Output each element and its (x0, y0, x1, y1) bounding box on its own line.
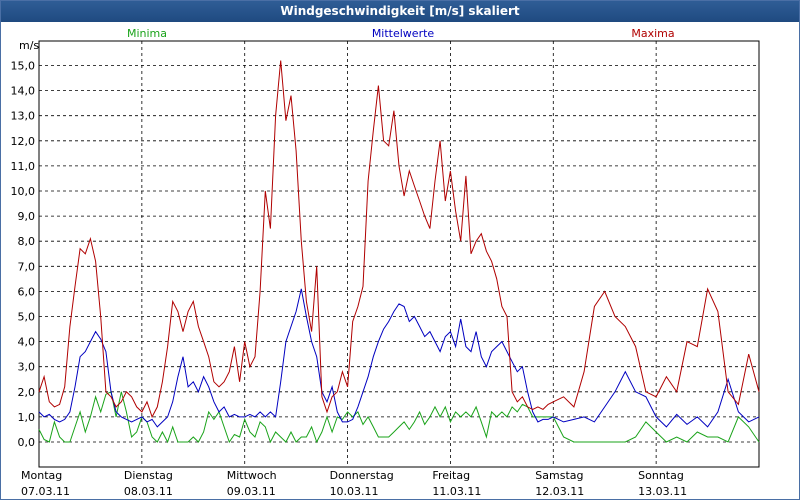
day-weekday-label: Freitag (432, 469, 470, 482)
y-tick-label: 11,0 (11, 160, 36, 173)
legend: Minima Mittelwerte Maxima (127, 27, 675, 40)
y-tick-label: 14,0 (11, 85, 36, 98)
x-axis-day-labels: Montag 07.03.11 Dienstag 08.03.11 Mittwoch 09… (21, 469, 687, 498)
window-title: Windgeschwindigkeit [m/s] skaliert (1, 1, 799, 22)
y-axis-unit: m/s (19, 39, 39, 52)
y-tick-label: 13,0 (11, 110, 36, 123)
series-group (38, 60, 760, 444)
y-tick-label: 9,0 (18, 210, 36, 223)
y-tick-label: 12,0 (11, 135, 36, 148)
chart-window: Windgeschwindigkeit [m/s] skaliert 0,0 1,… (0, 0, 800, 500)
day-weekday-label: Samstag (535, 469, 583, 482)
legend-mittelwerte: Mittelwerte (372, 27, 435, 40)
legend-maxima: Maxima (631, 27, 674, 40)
wind-speed-chart: 0,0 1,0 2,0 3,0 4,0 5,0 6,0 7,0 8,0 9,0 10,0 11,0 12… (11, 27, 760, 498)
y-tick-label: 6,0 (18, 285, 36, 298)
day-weekday-label: Sonntag (638, 469, 684, 482)
day-date-label: 13.03.11 (638, 485, 687, 498)
y-tick-label: 2,0 (18, 386, 36, 399)
day-weekday-label: Mittwoch (227, 469, 277, 482)
y-tick-label: 10,0 (11, 185, 36, 198)
day-date-label: 07.03.11 (21, 485, 70, 498)
day-date-label: 08.03.11 (124, 485, 173, 498)
y-tick-label: 1,0 (18, 411, 36, 424)
y-tick-label: 0,0 (18, 436, 36, 449)
y-tick-label: 3,0 (18, 361, 36, 374)
y-tick-label: 8,0 (18, 235, 36, 248)
day-date-label: 10.03.11 (330, 485, 379, 498)
day-date-label: 09.03.11 (227, 485, 276, 498)
y-tick-label: 15,0 (11, 60, 36, 73)
day-weekday-label: Donnerstag (330, 469, 394, 482)
series-line-mittelwerte (38, 288, 760, 428)
day-weekday-label: Montag (21, 469, 62, 482)
legend-minima: Minima (127, 27, 167, 40)
day-date-label: 11.03.11 (432, 485, 481, 498)
day-date-label: 12.03.11 (535, 485, 584, 498)
series-line-maxima (38, 60, 760, 419)
day-weekday-label: Dienstag (124, 469, 173, 482)
y-axis-ticks: 0,0 1,0 2,0 3,0 4,0 5,0 6,0 7,0 8,0 9,0 10,0 11,0 12… (11, 60, 36, 450)
y-tick-label: 5,0 (18, 311, 36, 324)
y-tick-label: 7,0 (18, 260, 36, 273)
y-tick-label: 4,0 (18, 336, 36, 349)
